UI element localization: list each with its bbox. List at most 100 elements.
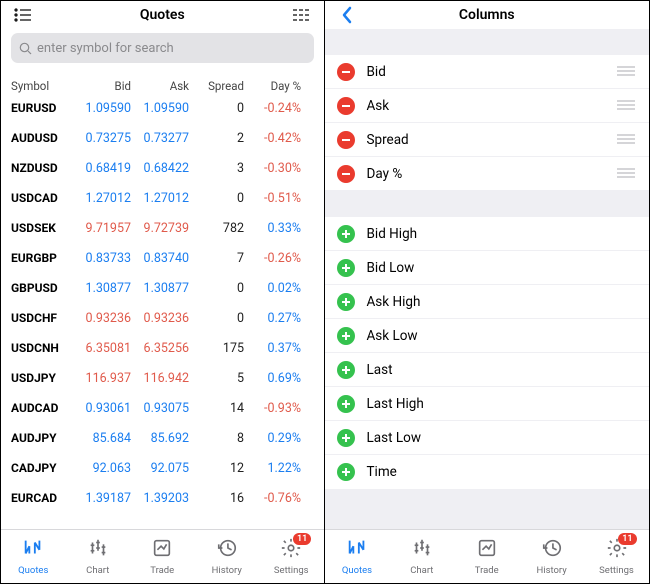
- ask-cell: 6.35256: [131, 341, 189, 356]
- view-simple-icon[interactable]: [11, 3, 35, 27]
- column-inactive-item[interactable]: Bid Low: [325, 251, 650, 285]
- remove-column-button[interactable]: [337, 131, 355, 149]
- add-column-button[interactable]: [337, 429, 355, 447]
- column-inactive-item[interactable]: Last High: [325, 387, 650, 421]
- drag-handle-icon[interactable]: [617, 166, 635, 182]
- chart-icon: [411, 537, 433, 562]
- tab-history[interactable]: History: [197, 537, 257, 576]
- remove-column-button[interactable]: [337, 63, 355, 81]
- page-title: Columns: [359, 7, 616, 23]
- tab-label: History: [536, 565, 566, 576]
- ask-cell: 0.83740: [131, 251, 189, 266]
- table-row[interactable]: EURCAD1.391871.3920316-0.76%: [1, 483, 324, 513]
- tab-history[interactable]: History: [522, 537, 582, 576]
- table-row[interactable]: USDJPY116.937116.94250.69%: [1, 363, 324, 393]
- column-inactive-item[interactable]: Ask Low: [325, 319, 650, 353]
- column-active-item[interactable]: Spread: [325, 123, 650, 157]
- tab-settings[interactable]: Settings11: [587, 537, 647, 576]
- bid-cell: 0.93236: [73, 311, 131, 326]
- bid-cell: 1.09590: [73, 101, 131, 116]
- column-active-item[interactable]: Ask: [325, 89, 650, 123]
- table-row[interactable]: USDCNH6.350816.352561750.37%: [1, 333, 324, 363]
- spread-cell: 3: [189, 161, 244, 176]
- day-cell: 0.33%: [244, 221, 307, 236]
- day-cell: 0.69%: [244, 371, 307, 386]
- tab-settings[interactable]: Settings11: [261, 537, 321, 576]
- add-column-button[interactable]: [337, 327, 355, 345]
- spread-cell: 175: [189, 341, 244, 356]
- tab-chart[interactable]: Chart: [392, 537, 452, 576]
- add-column-button[interactable]: [337, 259, 355, 277]
- spread-cell: 0: [189, 191, 244, 206]
- table-row[interactable]: EURGBP0.837330.837407-0.26%: [1, 243, 324, 273]
- ask-cell: 85.692: [131, 431, 189, 446]
- table-row[interactable]: NZDUSD0.684190.684223-0.30%: [1, 153, 324, 183]
- quotes-header: Quotes: [1, 1, 324, 29]
- bid-cell: 92.063: [73, 461, 131, 476]
- table-row[interactable]: USDSEK9.719579.727397820.33%: [1, 213, 324, 243]
- column-inactive-item[interactable]: Last: [325, 353, 650, 387]
- column-inactive-item[interactable]: Bid High: [325, 217, 650, 251]
- tab-label: Settings: [599, 565, 634, 576]
- symbol-cell: NZDUSD: [11, 161, 73, 175]
- columns-list: Bid Ask Spread Day % Bid High Bid LowAsk High…: [325, 29, 650, 529]
- table-row[interactable]: EURUSD1.095901.095900-0.24%: [1, 93, 324, 123]
- column-label: Last: [367, 362, 636, 378]
- ask-cell: 1.30877: [131, 281, 189, 296]
- header-day: Day %: [244, 79, 307, 93]
- view-advanced-icon[interactable]: [290, 3, 314, 27]
- column-active-item[interactable]: Day %: [325, 157, 650, 191]
- column-label: Bid: [367, 64, 618, 80]
- add-column-button[interactable]: [337, 293, 355, 311]
- add-column-button[interactable]: [337, 395, 355, 413]
- tab-bar: QuotesChart Trade History Settings11: [325, 529, 650, 583]
- remove-column-button[interactable]: [337, 165, 355, 183]
- bid-cell: 1.30877: [73, 281, 131, 296]
- header-ask: Ask: [131, 79, 189, 93]
- drag-handle-icon[interactable]: [617, 64, 635, 80]
- symbol-cell: CADJPY: [11, 461, 73, 475]
- add-column-button[interactable]: [337, 361, 355, 379]
- table-row[interactable]: CADJPY92.06392.075121.22%: [1, 453, 324, 483]
- bid-cell: 6.35081: [73, 341, 131, 356]
- column-inactive-item[interactable]: Time: [325, 455, 650, 489]
- search-input[interactable]: enter symbol for search: [11, 33, 314, 63]
- tab-trade[interactable]: Trade: [132, 537, 192, 576]
- table-row[interactable]: USDCHF0.932360.9323600.27%: [1, 303, 324, 333]
- column-active-item[interactable]: Bid: [325, 55, 650, 89]
- bid-cell: 0.73275: [73, 131, 131, 146]
- table-row[interactable]: GBPUSD1.308771.3087700.02%: [1, 273, 324, 303]
- header-spread: Spread: [189, 79, 244, 93]
- table-row[interactable]: AUDJPY85.68485.69280.29%: [1, 423, 324, 453]
- spread-cell: 0: [189, 101, 244, 116]
- table-row[interactable]: AUDCAD0.930610.9307514-0.93%: [1, 393, 324, 423]
- add-column-button[interactable]: [337, 463, 355, 481]
- tab-label: Quotes: [18, 565, 48, 576]
- tab-quotes[interactable]: Quotes: [327, 537, 387, 576]
- column-label: Day %: [367, 166, 618, 182]
- quotes-icon: [22, 537, 44, 562]
- drag-handle-icon[interactable]: [617, 98, 635, 114]
- spread-cell: 7: [189, 251, 244, 266]
- bid-cell: 85.684: [73, 431, 131, 446]
- tab-trade[interactable]: Trade: [457, 537, 517, 576]
- columns-pane: Columns Bid Ask Spread Day % Bid High Bid Low…: [325, 1, 650, 583]
- symbol-cell: USDJPY: [11, 371, 73, 385]
- remove-column-button[interactable]: [337, 97, 355, 115]
- tab-label: Trade: [475, 565, 499, 576]
- day-cell: -0.42%: [244, 131, 307, 146]
- add-column-button[interactable]: [337, 225, 355, 243]
- drag-handle-icon[interactable]: [617, 132, 635, 148]
- tab-bar: Quotes ChartTradeHistorySettings11: [1, 529, 324, 583]
- column-inactive-item[interactable]: Last Low: [325, 421, 650, 455]
- symbol-cell: USDSEK: [11, 221, 73, 235]
- table-row[interactable]: AUDUSD0.732750.732772-0.42%: [1, 123, 324, 153]
- column-inactive-item[interactable]: Ask High: [325, 285, 650, 319]
- column-label: Ask: [367, 98, 618, 114]
- back-button[interactable]: [335, 3, 359, 27]
- column-label: Bid High: [367, 226, 636, 242]
- tab-quotes[interactable]: Quotes: [3, 537, 63, 576]
- day-cell: -0.26%: [244, 251, 307, 266]
- tab-chart[interactable]: Chart: [68, 537, 128, 576]
- table-row[interactable]: USDCAD1.270121.270120-0.51%: [1, 183, 324, 213]
